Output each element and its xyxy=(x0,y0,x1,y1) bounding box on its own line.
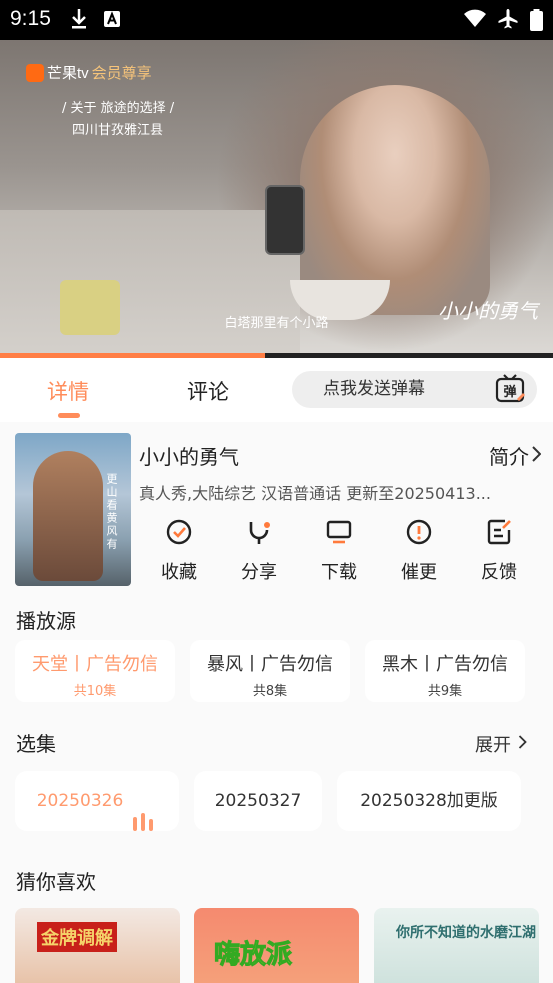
tab-active-indicator xyxy=(58,413,80,418)
video-caption-line2: 四川甘孜雅江县 xyxy=(72,123,164,138)
intro-link[interactable]: 简介 xyxy=(489,441,529,470)
feedback-label: 反馈 xyxy=(481,562,517,583)
poster-figure xyxy=(33,451,103,581)
video-scene-background xyxy=(0,210,300,355)
source-card[interactable]: 黑木丨广告勿信 共9集 xyxy=(365,640,525,702)
show-poster[interactable]: 更山看黄风有 xyxy=(15,433,131,586)
episodes-title: 选集 xyxy=(16,732,56,756)
episode-card[interactable]: 20250326 xyxy=(15,771,179,831)
video-caption-line1: / 关于 旅途的选择 / xyxy=(62,101,175,116)
detail-tabs: 详情 评论 点我发送弹幕 弹 xyxy=(0,358,553,422)
status-time: 9:15 xyxy=(10,7,51,30)
video-player[interactable]: 芒果tv 会员尊享 / 关于 旅途的选择 / 四川甘孜雅江县 白塔那里有个小路 … xyxy=(0,40,553,355)
danmu-icon-char: 弹 xyxy=(503,384,516,400)
download-label: 下载 xyxy=(321,562,357,583)
mango-logo-icon xyxy=(26,63,44,82)
status-bar: 9:15 xyxy=(0,0,553,40)
logo-text: 芒果tv xyxy=(47,65,89,82)
source-count: 共8集 xyxy=(252,684,288,699)
action-bar: 收藏 分享 下载 催更 反馈 xyxy=(139,518,539,588)
mango-tv-logo: 芒果tv 会员尊享 xyxy=(26,62,152,83)
source-name: 天堂丨广告勿信 xyxy=(32,654,158,675)
expand-button[interactable]: 展开 xyxy=(475,731,511,757)
recommend-card[interactable]: 金牌调解 xyxy=(15,908,180,983)
urge-update-icon xyxy=(406,519,432,545)
download-icon xyxy=(326,520,352,544)
tab-details[interactable]: 详情 xyxy=(47,376,89,406)
recommend-text: 嗨放派 xyxy=(213,940,293,971)
sources-title: 播放源 xyxy=(16,609,76,633)
danmu-placeholder: 点我发送弹幕 xyxy=(323,379,425,399)
poster-text: 更山看黄风有 xyxy=(105,473,118,551)
favorite-button[interactable]: 收藏 xyxy=(139,518,219,584)
source-name: 黑木丨广告勿信 xyxy=(382,654,508,675)
episode-label: 20250327 xyxy=(214,791,302,811)
share-icon xyxy=(249,522,270,544)
episode-card[interactable]: 20250328加更版 xyxy=(337,771,521,831)
recommend-text: 你所不知道的水磨江湖 xyxy=(396,925,536,941)
urge-update-button[interactable]: 催更 xyxy=(379,518,459,584)
feedback-icon xyxy=(487,519,511,545)
urge-update-label: 催更 xyxy=(401,562,437,583)
danmu-icon[interactable]: 弹 xyxy=(495,373,527,405)
source-card[interactable]: 天堂丨广告勿信 共10集 xyxy=(15,640,175,702)
tab-comments[interactable]: 评论 xyxy=(187,376,229,406)
video-scene-phone xyxy=(265,185,305,255)
detail-content: 更山看黄风有 小小的勇气 简介 真人秀,大陆综艺 汉语普通话 更新至202504… xyxy=(0,422,553,983)
danmu-input[interactable]: 点我发送弹幕 弹 xyxy=(292,371,537,408)
battery-icon xyxy=(530,9,543,31)
episode-label: 20250328加更版 xyxy=(360,791,498,811)
show-title: 小小的勇气 xyxy=(139,445,239,469)
playing-indicator-icon xyxy=(133,771,157,831)
share-label: 分享 xyxy=(241,562,277,583)
source-count: 共9集 xyxy=(427,684,463,699)
text-status-icon xyxy=(104,11,120,27)
favorite-icon xyxy=(166,519,192,545)
show-watermark: 小小的勇气 xyxy=(438,299,538,323)
airplane-icon xyxy=(498,9,518,29)
download-button[interactable]: 下载 xyxy=(299,518,379,584)
show-meta: 真人秀,大陆综艺 汉语普通话 更新至20250413... xyxy=(139,484,491,503)
download-status-icon xyxy=(72,9,86,29)
recommend-card[interactable]: 你所不知道的水磨江湖 xyxy=(374,908,539,983)
favorite-label: 收藏 xyxy=(161,562,197,583)
feedback-button[interactable]: 反馈 xyxy=(459,518,539,584)
logo-member-text: 会员尊享 xyxy=(91,65,152,82)
source-name: 暴风丨广告勿信 xyxy=(207,654,333,675)
episode-label: 20250326 xyxy=(36,791,124,811)
recommend-text: 金牌调解 xyxy=(37,922,117,952)
chevron-right-icon[interactable] xyxy=(531,446,541,462)
recommend-title: 猜你喜欢 xyxy=(16,870,96,894)
chevron-right-icon[interactable] xyxy=(518,735,527,749)
wifi-icon xyxy=(464,9,486,27)
source-count: 共10集 xyxy=(73,684,117,699)
recommend-card[interactable]: 嗨放派 xyxy=(194,908,359,983)
share-button[interactable]: 分享 xyxy=(219,518,299,584)
source-card[interactable]: 暴风丨广告勿信 共8集 xyxy=(190,640,350,702)
episode-card[interactable]: 20250327 xyxy=(194,771,322,831)
